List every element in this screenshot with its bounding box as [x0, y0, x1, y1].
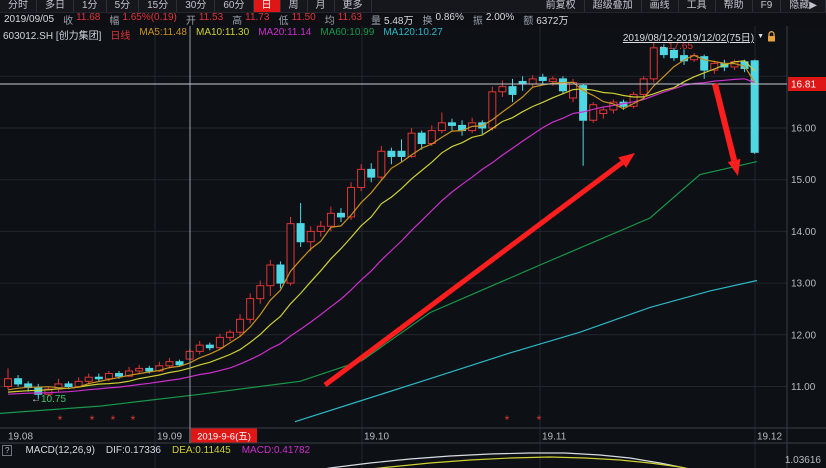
annotation-arrow-down: [715, 84, 740, 176]
quote-change: 幅1.65%(0.19): [109, 13, 176, 26]
candlestick-chart[interactable]: ******←10.75←17.6519.0819.0919.1019.1119…: [0, 26, 826, 468]
tab-more[interactable]: 更多: [335, 0, 372, 12]
svg-text:*: *: [111, 413, 116, 427]
tab-duori[interactable]: 多日: [37, 0, 74, 12]
btn-super-overlay[interactable]: 超级叠加: [585, 0, 642, 12]
btn-help[interactable]: 帮助: [716, 0, 753, 12]
btn-draw-line[interactable]: 画线: [642, 0, 679, 12]
svg-text:11.00: 11.00: [791, 382, 816, 393]
quote-amplitude: 振2.00%: [473, 13, 514, 26]
tab-15min[interactable]: 15分: [139, 0, 177, 12]
btn-tools[interactable]: 工具: [679, 0, 716, 12]
macd-macd-value: MACD:0.41782: [242, 445, 310, 456]
svg-text:19.09: 19.09: [157, 432, 182, 443]
svg-text:13.00: 13.00: [791, 279, 816, 290]
ma20-legend: MA20:11.14: [258, 27, 311, 42]
svg-text:12.00: 12.00: [791, 330, 816, 341]
svg-text:*: *: [131, 413, 136, 427]
btn-hide[interactable]: 隐藏▶: [781, 0, 826, 12]
macd-dea-value: DEA:0.11445: [172, 445, 231, 456]
chevron-down-icon[interactable]: ▼: [757, 33, 764, 40]
grid-layer: [0, 26, 826, 468]
stock-code-label: 603012.SH [创力集团]: [3, 27, 101, 42]
ma120-legend: MA120:10.27: [383, 27, 443, 42]
quote-avg: 均11.63: [325, 13, 362, 26]
macd-curves: [288, 453, 700, 468]
quote-amount: 额6372万: [523, 13, 568, 26]
tab-60min[interactable]: 60分: [215, 0, 253, 12]
quote-close: 收11.68: [63, 13, 100, 26]
macd-label-row: ? MACD(12,26,9) DIF:0.17336 DEA:0.11445 …: [2, 445, 310, 456]
ma10-legend: MA10:11.30: [196, 27, 249, 42]
macd-title[interactable]: MACD(12,26,9): [25, 445, 94, 456]
svg-text:15.00: 15.00: [791, 175, 816, 186]
svg-text:16.81: 16.81: [791, 80, 816, 91]
crosshair-price-box: 16.81: [788, 77, 826, 91]
help-icon[interactable]: ?: [2, 445, 12, 456]
ma5-legend: MA5:11.48: [139, 27, 187, 42]
macd-dif-value: DIF:0.17336: [106, 445, 161, 456]
tab-fenshi[interactable]: 分时: [0, 0, 37, 12]
period-label: 日线: [110, 27, 130, 42]
chart-area: ******←10.75←17.6519.0819.0919.1019.1119…: [0, 26, 826, 468]
svg-text:2019-9-6(五): 2019-9-6(五): [197, 432, 251, 443]
btn-forward-adjust[interactable]: 前复权: [538, 0, 585, 12]
btn-f9[interactable]: F9: [753, 0, 782, 12]
ma-lines-layer: [0, 55, 757, 421]
tab-30min[interactable]: 30分: [177, 0, 215, 12]
quote-open: 开11.53: [186, 13, 223, 26]
quote-date: 2019/09/05: [4, 14, 54, 25]
svg-text:19.10: 19.10: [364, 432, 389, 443]
period-toolbar: 分时 多日 1分 5分 15分 30分 60分 日 周 月 更多 前复权 超级叠…: [0, 0, 826, 13]
tab-1min[interactable]: 1分: [74, 0, 107, 12]
svg-text:19.11: 19.11: [542, 432, 567, 443]
ma60-legend: MA60:10.99: [320, 27, 374, 42]
macd-scale-label: 1.03616: [785, 455, 821, 466]
svg-text:19.08: 19.08: [8, 432, 33, 443]
quote-turnover: 换0.86%: [423, 13, 464, 26]
crosshair-date-box: 2019-9-6(五): [191, 429, 257, 443]
annotation-arrow-up: [325, 153, 635, 385]
lock-icon: [767, 31, 776, 42]
y-axis-labels: 16.00 15.00 14.00 13.00 12.00 11.00: [791, 124, 816, 394]
svg-text:*: *: [58, 413, 63, 427]
low-price-label: ←10.75: [31, 394, 66, 405]
quote-info-bar: 2019/09/05 收11.68 幅1.65%(0.19) 开11.53 高1…: [0, 13, 826, 26]
date-range-selector[interactable]: 2019/08/12-2019/12/02(75日) ▼: [623, 29, 776, 44]
svg-text:16.00: 16.00: [791, 124, 816, 135]
tab-weekly[interactable]: 周: [281, 0, 308, 12]
svg-text:14.00: 14.00: [791, 227, 816, 238]
tab-daily-active[interactable]: 日: [254, 0, 281, 12]
x-axis-labels: 19.08 19.09 19.10 19.11 19.12: [8, 432, 782, 443]
chart-legend: 603012.SH [创力集团] 日线 MA5:11.48 MA10:11.30…: [3, 27, 443, 42]
quote-low: 低11.50: [278, 13, 315, 26]
date-range-text[interactable]: 2019/08/12-2019/12/02(75日): [623, 29, 754, 44]
svg-text:*: *: [90, 413, 95, 427]
svg-text:*: *: [505, 413, 510, 427]
quote-volume: 量5.48万: [371, 13, 413, 26]
tab-monthly[interactable]: 月: [308, 0, 335, 12]
toolbar-spacer: [372, 0, 538, 12]
tab-5min[interactable]: 5分: [107, 0, 140, 12]
svg-text:19.12: 19.12: [757, 432, 782, 443]
svg-text:*: *: [537, 413, 542, 427]
quote-high: 高11.73: [232, 13, 269, 26]
